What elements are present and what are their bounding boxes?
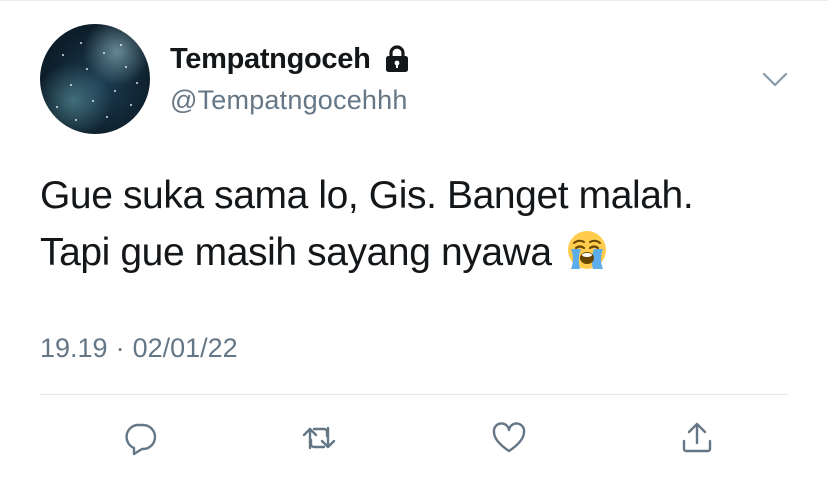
avatar[interactable] [40, 24, 150, 134]
handle[interactable]: @Tempatngocehhh [170, 85, 411, 116]
display-name-row: Tempatngoceh [170, 42, 411, 76]
tweet-time: 19.19 [40, 333, 108, 363]
tweet-timestamp[interactable]: 19.19 · 02/01/22 [40, 333, 238, 364]
chevron-down-icon[interactable] [762, 66, 788, 92]
author-names: Tempatngoceh @Tempatngocehhh [170, 42, 411, 116]
actions-divider [40, 394, 788, 395]
tweet-text: Gue suka sama lo, Gis. Banget malah. Tap… [40, 167, 800, 281]
lock-icon [383, 44, 411, 74]
display-name[interactable]: Tempatngoceh [170, 43, 371, 76]
like-button[interactable] [485, 414, 533, 462]
loudly-crying-face-emoji [566, 229, 608, 271]
reply-icon [125, 423, 157, 456]
tweet-text-line-1: Gue suka sama lo, Gis. Banget malah. [40, 174, 694, 217]
tweet-date: 02/01/22 [132, 333, 238, 363]
retweet-icon [302, 426, 336, 450]
retweet-button[interactable] [295, 414, 343, 462]
share-icon [682, 422, 712, 453]
heart-icon [492, 422, 526, 453]
tweet-header: Tempatngoceh @Tempatngocehhh [40, 24, 800, 134]
tweet-text-line-2-text: Tapi gue masih sayang nyawa [40, 231, 552, 274]
reply-button[interactable] [116, 414, 164, 462]
tweet-text-line-2: Tapi gue masih sayang nyawa [40, 224, 800, 281]
top-divider [0, 0, 828, 1]
timestamp-separator: · [115, 333, 125, 363]
share-button[interactable] [673, 414, 721, 462]
tweet-actions [0, 414, 828, 462]
